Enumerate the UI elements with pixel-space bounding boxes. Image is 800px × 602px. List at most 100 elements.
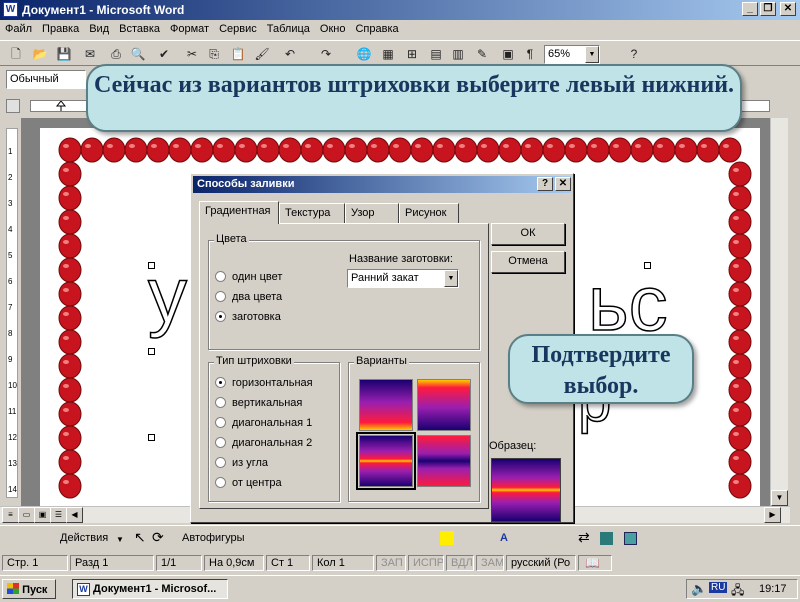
selection-handle[interactable] bbox=[148, 262, 155, 269]
font-color-icon[interactable]: A bbox=[500, 532, 508, 544]
insert-excel-icon[interactable]: ▤ bbox=[428, 46, 444, 62]
fill-color-icon[interactable] bbox=[440, 531, 454, 545]
radio-vertical[interactable]: вертикальная bbox=[215, 397, 302, 409]
radio-diagonal-down[interactable]: диагональная 2 bbox=[215, 437, 312, 449]
radio-dot[interactable] bbox=[215, 437, 226, 448]
copy-icon[interactable]: ⎘ bbox=[206, 46, 222, 62]
radio-dot[interactable] bbox=[215, 417, 226, 428]
radio-two-colors[interactable]: два цвета bbox=[215, 291, 282, 303]
chevron-down-icon[interactable]: ▼ bbox=[116, 535, 124, 544]
scroll-left-button[interactable]: ◀ bbox=[66, 507, 83, 523]
selection-handle[interactable] bbox=[644, 262, 651, 269]
menu-insert[interactable]: Вставка bbox=[114, 20, 165, 38]
radio-dot[interactable] bbox=[215, 477, 226, 488]
zoom-combo[interactable]: 65% ▼ bbox=[544, 45, 600, 64]
hyperlink-icon[interactable]: 🌐 bbox=[356, 46, 372, 62]
menu-table[interactable]: Таблица bbox=[262, 20, 315, 38]
actions-menu[interactable]: Действия bbox=[60, 532, 108, 544]
3d-icon[interactable] bbox=[624, 532, 637, 545]
save-icon[interactable]: 💾 bbox=[56, 46, 72, 62]
tab-gradient[interactable]: Градиентная bbox=[199, 201, 279, 224]
autoshapes-menu[interactable]: Автофигуры bbox=[182, 532, 245, 544]
tab-selector[interactable] bbox=[6, 99, 20, 113]
free-rotate-icon[interactable]: ⟳ bbox=[152, 529, 164, 546]
radio-dot-selected[interactable] bbox=[215, 311, 226, 322]
status-ovr[interactable]: ЗАМ bbox=[476, 555, 504, 571]
scroll-down-button[interactable]: ▼ bbox=[771, 490, 788, 506]
preset-name-select[interactable]: Ранний закат ▼ bbox=[347, 269, 459, 288]
minimize-button[interactable]: _ bbox=[742, 2, 758, 16]
columns-icon[interactable]: ▥ bbox=[450, 46, 466, 62]
tab-picture[interactable]: Рисунок bbox=[399, 203, 459, 223]
menu-view[interactable]: Вид bbox=[84, 20, 114, 38]
new-document-icon[interactable]: 🗋 bbox=[8, 46, 24, 62]
radio-dot[interactable] bbox=[215, 457, 226, 468]
dialog-help-button[interactable]: ? bbox=[537, 177, 553, 191]
help-icon[interactable]: ? bbox=[626, 46, 642, 62]
tab-texture[interactable]: Текстура bbox=[279, 203, 345, 223]
status-rec[interactable]: ЗАП bbox=[376, 555, 406, 571]
cancel-button[interactable]: Отмена bbox=[491, 251, 565, 273]
cut-icon[interactable]: ✂ bbox=[184, 46, 200, 62]
radio-from-center[interactable]: от центра bbox=[215, 477, 282, 489]
print-icon[interactable]: ⎙ bbox=[108, 46, 124, 62]
speaker-icon[interactable]: 🔈 bbox=[691, 581, 707, 597]
menu-file[interactable]: Файл bbox=[0, 20, 37, 38]
style-combo[interactable]: Обычный bbox=[6, 70, 86, 89]
status-ext[interactable]: ВДЛ bbox=[446, 555, 474, 571]
menu-format[interactable]: Формат bbox=[165, 20, 214, 38]
radio-from-corner[interactable]: из угла bbox=[215, 457, 268, 469]
tab-pattern[interactable]: Узор bbox=[345, 203, 399, 223]
word-app-icon[interactable]: W bbox=[3, 2, 18, 17]
radio-diagonal-up[interactable]: диагональная 1 bbox=[215, 417, 312, 429]
variant-swatch-top-left[interactable] bbox=[359, 379, 413, 431]
arrow-style-icon[interactable]: ⇄ bbox=[578, 529, 590, 546]
spelling-status-icon[interactable]: 📖 bbox=[578, 555, 612, 571]
radio-dot[interactable] bbox=[215, 397, 226, 408]
paste-icon[interactable]: 📋 bbox=[230, 46, 246, 62]
radio-dot-selected[interactable] bbox=[215, 377, 226, 388]
menu-window[interactable]: Окно bbox=[315, 20, 351, 38]
language-indicator[interactable]: RU bbox=[709, 582, 728, 593]
selection-handle[interactable] bbox=[148, 348, 155, 355]
taskbar-word-button[interactable]: W Документ1 - Microsof... bbox=[72, 579, 228, 599]
select-objects-icon[interactable]: ↖ bbox=[134, 529, 146, 546]
status-language[interactable]: русский (Ро bbox=[506, 555, 576, 571]
restore-button[interactable]: ❐ bbox=[760, 2, 776, 16]
vertical-ruler-strip[interactable]: 1 2 3 4 5 6 7 8 9 10 11 12 13 14 bbox=[6, 128, 18, 498]
redo-icon[interactable]: ↷ bbox=[318, 46, 334, 62]
insert-table-icon[interactable]: ⊞ bbox=[404, 46, 420, 62]
chevron-down-icon[interactable]: ▼ bbox=[444, 270, 458, 287]
status-trk[interactable]: ИСПР bbox=[408, 555, 444, 571]
dialog-close-button[interactable]: ✕ bbox=[555, 177, 571, 191]
radio-preset[interactable]: заготовка bbox=[215, 311, 281, 323]
radio-one-color[interactable]: один цвет bbox=[215, 271, 282, 283]
format-painter-icon[interactable]: 🖌 bbox=[254, 46, 270, 62]
start-button[interactable]: Пуск bbox=[2, 579, 56, 599]
menu-tools[interactable]: Сервис bbox=[214, 20, 262, 38]
selection-handle[interactable] bbox=[148, 434, 155, 441]
title-bar[interactable]: W Документ1 - Microsoft Word _ ❐ ✕ bbox=[0, 0, 800, 20]
normal-view-button[interactable]: ≡ bbox=[2, 507, 19, 523]
menu-edit[interactable]: Правка bbox=[37, 20, 84, 38]
variant-swatch-bottom-left[interactable] bbox=[356, 432, 416, 490]
undo-icon[interactable]: ↶ bbox=[282, 46, 298, 62]
tables-borders-icon[interactable]: ▦ bbox=[380, 46, 396, 62]
radio-horizontal[interactable]: горизонтальная bbox=[215, 377, 313, 389]
show-hide-icon[interactable]: ¶ bbox=[522, 46, 538, 62]
document-map-icon[interactable]: ▣ bbox=[500, 46, 516, 62]
drawing-icon[interactable]: ✎ bbox=[474, 46, 490, 62]
radio-dot[interactable] bbox=[215, 271, 226, 282]
dialog-title-bar[interactable]: Способы заливки ? ✕ bbox=[193, 176, 571, 193]
shadow-icon[interactable] bbox=[600, 532, 613, 545]
variant-swatch-top-right[interactable] bbox=[417, 379, 471, 431]
open-folder-icon[interactable]: 📂 bbox=[32, 46, 48, 62]
chevron-down-icon[interactable]: ▼ bbox=[585, 46, 599, 63]
vertical-scrollbar[interactable]: ▼ bbox=[770, 118, 788, 506]
close-window-button[interactable]: ✕ bbox=[780, 2, 796, 16]
print-preview-icon[interactable]: 🔍 bbox=[130, 46, 146, 62]
scroll-right-button[interactable]: ▶ bbox=[764, 507, 781, 523]
mail-icon[interactable]: ✉ bbox=[82, 46, 98, 62]
radio-dot[interactable] bbox=[215, 291, 226, 302]
outline-view-button[interactable]: ☰ bbox=[50, 507, 67, 523]
